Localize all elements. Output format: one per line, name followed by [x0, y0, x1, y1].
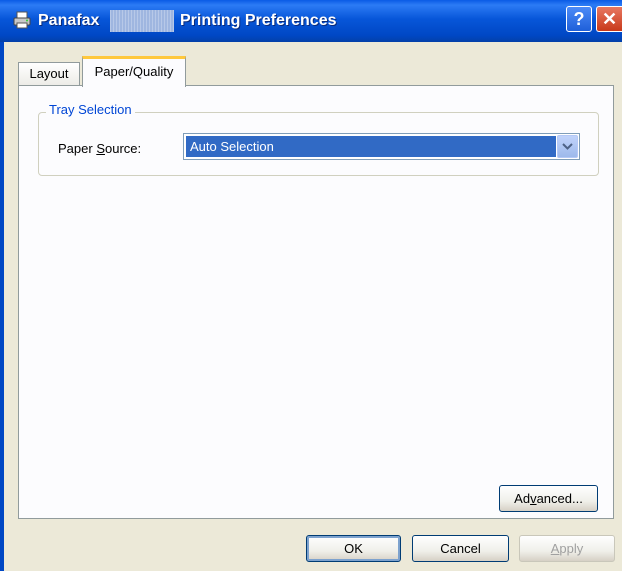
redacted-model-name — [110, 10, 174, 32]
help-icon: ? — [573, 9, 585, 29]
cancel-button[interactable]: Cancel — [412, 535, 509, 562]
tray-selection-title: Tray Selection — [46, 102, 135, 117]
chevron-down-icon — [562, 143, 573, 150]
window-title: Printing Preferences — [180, 12, 337, 29]
tab-paper-quality[interactable]: Paper/Quality — [82, 56, 186, 87]
tab-layout[interactable]: Layout — [18, 62, 80, 86]
ok-button[interactable]: OK — [306, 535, 401, 562]
help-button[interactable]: ? — [566, 6, 592, 32]
window-frame — [0, 42, 4, 571]
window-title-brand: Panafax — [38, 12, 100, 29]
close-icon: ✕ — [601, 9, 618, 29]
printer-icon — [13, 11, 31, 29]
paper-source-label: Paper Source: — [58, 141, 142, 156]
advanced-button[interactable]: Advanced... — [499, 485, 598, 512]
title-bar[interactable]: Panafax Printing Preferences ? ✕ — [0, 0, 622, 42]
tab-layout-label: Layout — [29, 66, 69, 81]
paper-source-select[interactable]: Auto Selection — [183, 133, 580, 160]
close-button[interactable]: ✕ — [596, 6, 622, 32]
apply-button[interactable]: Apply — [519, 535, 615, 562]
paper-source-value: Auto Selection — [186, 136, 556, 157]
tab-paper-quality-label: Paper/Quality — [94, 64, 174, 79]
dropdown-button[interactable] — [557, 135, 578, 158]
